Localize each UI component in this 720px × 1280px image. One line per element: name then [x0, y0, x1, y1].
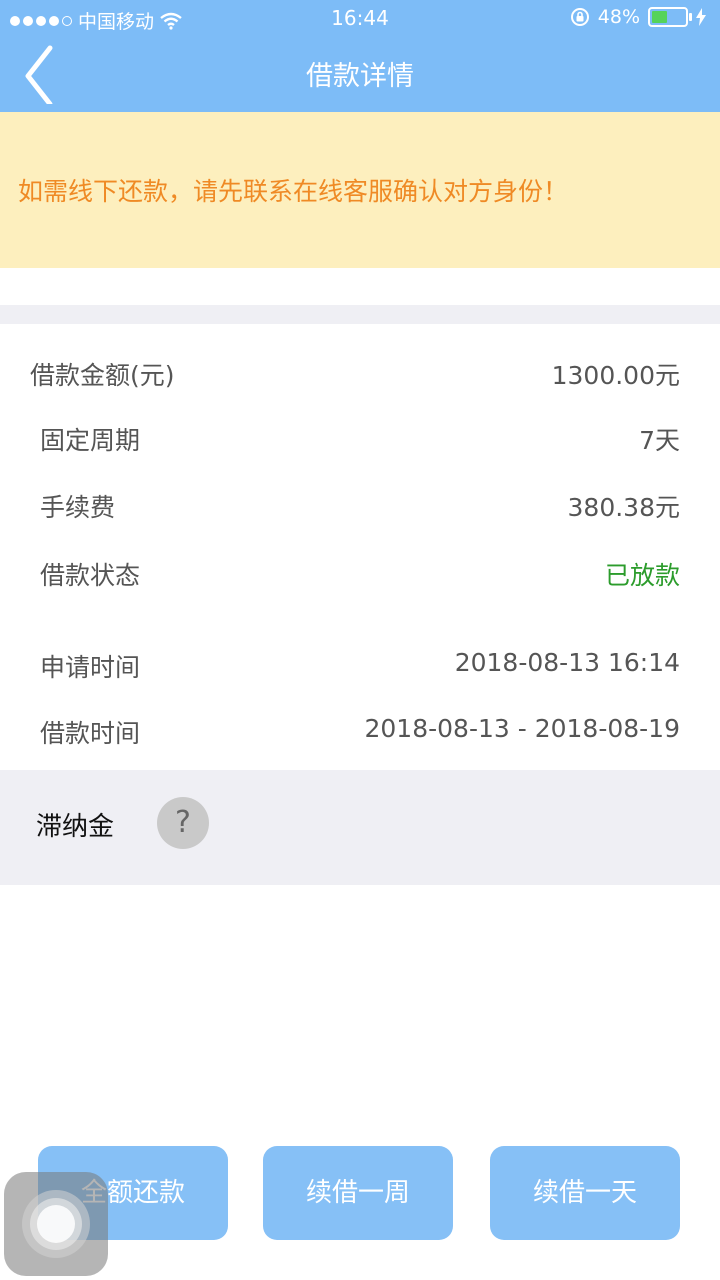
late-fee-section: 滞纳金 ?	[0, 770, 720, 885]
battery-icon	[648, 7, 692, 27]
notice-banner: 如需线下还款，请先联系在线客服确认对方身份！	[0, 112, 720, 268]
amount-label: 借款金额(元)	[30, 361, 175, 390]
header-bar: 中国移动 16:44 48% 借款详情	[0, 0, 720, 112]
notice-text: 如需线下还款，请先联系在线客服确认对方身份！	[18, 177, 569, 206]
late-fee-label: 滞纳金	[36, 812, 115, 842]
loan-details: 借款金额(元) 1300.00元 固定周期 7天 手续费 380.38元 借款状…	[0, 324, 720, 770]
rotation-lock-icon	[570, 8, 589, 26]
status-label: 借款状态	[40, 561, 141, 590]
loan-time-value: 2018-08-13 - 2018-08-19	[364, 714, 681, 743]
page-title: 借款详情	[306, 61, 414, 92]
detail-row-amount: 借款金额(元) 1300.00元	[0, 348, 720, 392]
loan-time-label: 借款时间	[40, 719, 141, 748]
charging-icon	[696, 8, 706, 26]
status-bar: 中国移动 16:44 48%	[0, 0, 720, 36]
renew-day-button[interactable]: 续借一天	[490, 1146, 680, 1240]
apply-time-label: 申请时间	[40, 653, 141, 682]
section-divider	[0, 305, 720, 324]
fee-value: 380.38元	[567, 493, 680, 522]
period-label: 固定周期	[40, 426, 141, 455]
period-value: 7天	[639, 426, 680, 455]
detail-row-loan-time: 借款时间 2018-08-13 - 2018-08-19	[0, 706, 720, 750]
detail-row-apply-time: 申请时间 2018-08-13 16:14	[0, 640, 720, 684]
detail-row-fee: 手续费 380.38元	[0, 480, 720, 524]
assistive-touch-button[interactable]	[4, 1172, 108, 1276]
renew-week-button[interactable]: 续借一周	[263, 1146, 453, 1240]
battery-percent: 48%	[597, 6, 640, 28]
detail-row-status: 借款状态 已放款	[0, 548, 720, 592]
help-icon[interactable]: ?	[157, 797, 209, 849]
detail-row-period: 固定周期 7天	[0, 413, 720, 457]
navigation-bar: 借款详情	[0, 36, 720, 112]
apply-time-value: 2018-08-13 16:14	[454, 648, 680, 677]
status-value: 已放款	[604, 561, 680, 590]
fee-label: 手续费	[40, 493, 116, 522]
amount-value: 1300.00元	[551, 361, 680, 390]
